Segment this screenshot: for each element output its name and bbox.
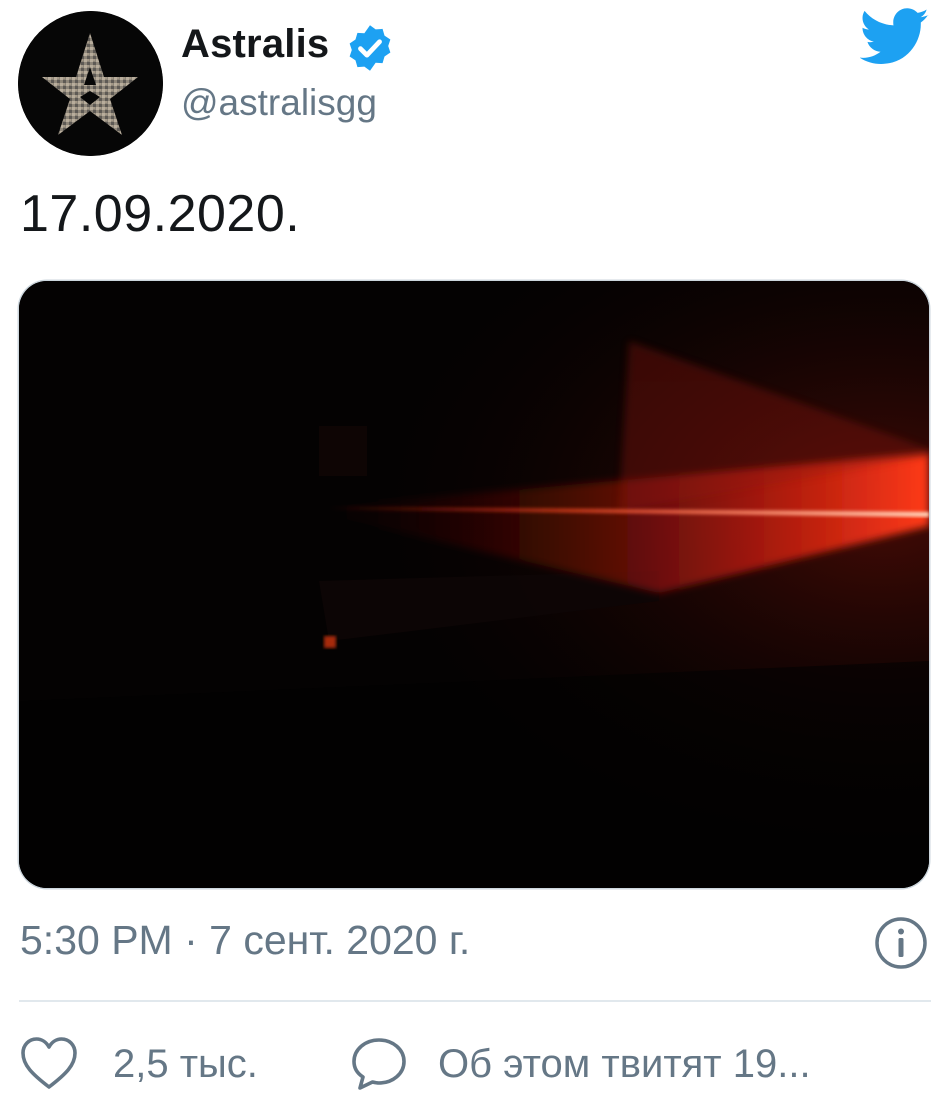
- tweet-timestamp[interactable]: 5:30 PM · 7 сент. 2020 г.: [20, 914, 470, 966]
- twitter-bird-icon[interactable]: [859, 8, 930, 66]
- dark-room-red-laser-photo: [19, 281, 929, 888]
- display-name[interactable]: Astralis: [181, 20, 329, 68]
- conversation-button[interactable]: Об этом твитят 19...: [350, 1034, 811, 1094]
- like-button[interactable]: 2,5 тыс.: [20, 1034, 258, 1094]
- conversation-label: Об этом твитят 19...: [438, 1042, 811, 1086]
- info-icon[interactable]: [873, 915, 929, 971]
- like-count: 2,5 тыс.: [113, 1042, 258, 1086]
- speech-bubble-icon: [352, 1038, 406, 1090]
- heart-icon: [21, 1037, 77, 1089]
- tweet-text: 17.09.2020.: [20, 185, 301, 243]
- avatar[interactable]: [18, 11, 163, 156]
- tweet-media-image[interactable]: [19, 281, 929, 888]
- handle[interactable]: @astralisgg: [181, 80, 377, 126]
- astralis-star-logo-icon: [18, 11, 163, 156]
- verified-badge-icon: [344, 22, 396, 74]
- divider: [19, 1000, 931, 1002]
